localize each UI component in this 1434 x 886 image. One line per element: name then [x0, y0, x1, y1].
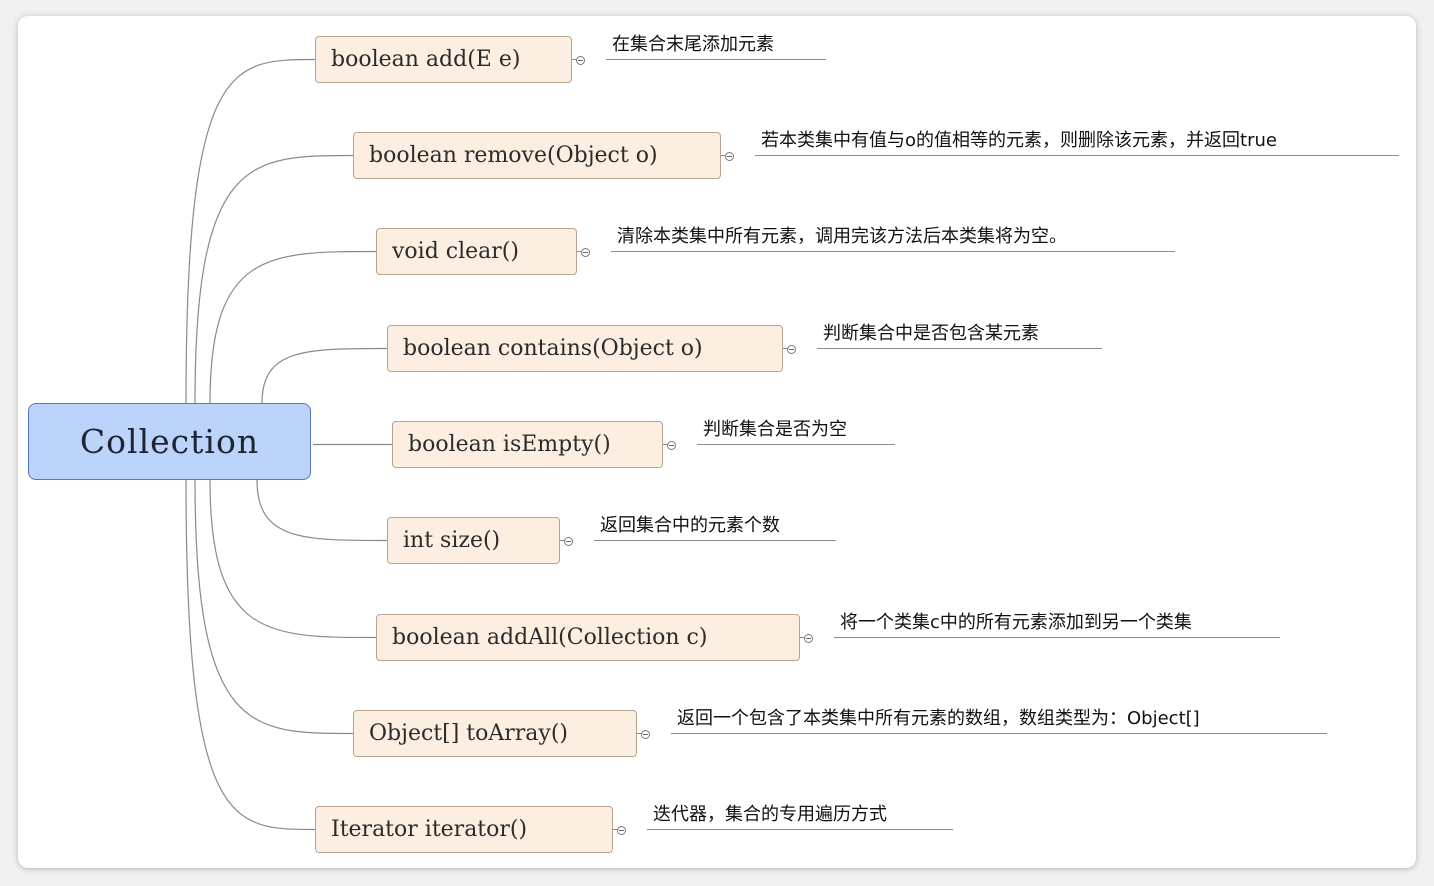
method-node-iterator[interactable]: Iterator iterator(): [315, 806, 613, 853]
method-signature: void clear(): [392, 239, 519, 264]
collapse-toggle-icon[interactable]: [787, 345, 796, 354]
connector-line: [209, 479, 377, 639]
method-signature: boolean remove(Object o): [369, 143, 658, 168]
method-description: 判断集合是否为空: [697, 418, 895, 445]
connector-line: [194, 154, 354, 404]
method-node-toarray[interactable]: Object[] toArray(): [353, 710, 637, 757]
connector-line: [261, 347, 388, 404]
root-label: Collection: [79, 422, 260, 461]
method-signature: Iterator iterator(): [331, 817, 528, 842]
method-signature: Object[] toArray(): [369, 721, 568, 746]
method-description: 若本类集中有值与o的值相等的元素，则删除该元素，并返回true: [755, 129, 1399, 156]
method-node-contains[interactable]: boolean contains(Object o): [387, 325, 783, 372]
collapse-toggle-icon[interactable]: [581, 248, 590, 257]
method-description: 返回集合中的元素个数: [594, 514, 836, 541]
method-description: 迭代器，集合的专用遍历方式: [647, 803, 953, 830]
collapse-toggle-icon[interactable]: [617, 826, 626, 835]
collapse-toggle-icon[interactable]: [564, 537, 573, 546]
method-signature: int size(): [403, 528, 501, 553]
collapse-toggle-icon[interactable]: [641, 730, 650, 739]
method-node-clear[interactable]: void clear(): [376, 228, 577, 275]
method-signature: boolean isEmpty(): [408, 432, 611, 457]
connector-line: [185, 58, 316, 404]
connector-line: [209, 250, 377, 404]
method-node-add[interactable]: boolean add(E e): [315, 36, 572, 83]
connector-line: [194, 479, 354, 735]
method-description: 判断集合中是否包含某元素: [817, 322, 1102, 349]
method-signature: boolean addAll(Collection c): [392, 625, 708, 650]
connector-line: [256, 479, 388, 542]
method-description: 将一个类集c中的所有元素添加到另一个类集: [834, 611, 1280, 638]
method-description: 返回一个包含了本类集中所有元素的数组，数组类型为：Object[]: [671, 707, 1327, 734]
method-description: 在集合末尾添加元素: [606, 33, 826, 60]
method-node-remove[interactable]: boolean remove(Object o): [353, 132, 721, 179]
collapse-toggle-icon[interactable]: [725, 152, 734, 161]
method-description: 清除本类集中所有元素，调用完该方法后本类集将为空。: [611, 225, 1175, 252]
collapse-toggle-icon[interactable]: [804, 634, 813, 643]
connector-line: [185, 479, 316, 831]
collapse-toggle-icon[interactable]: [576, 56, 585, 65]
root-node-collection[interactable]: Collection: [28, 403, 311, 480]
method-node-size[interactable]: int size(): [387, 517, 560, 564]
method-signature: boolean contains(Object o): [403, 336, 703, 361]
method-node-addall[interactable]: boolean addAll(Collection c): [376, 614, 800, 661]
collapse-toggle-icon[interactable]: [667, 441, 676, 450]
method-node-isempty[interactable]: boolean isEmpty(): [392, 421, 663, 468]
method-signature: boolean add(E e): [331, 47, 521, 72]
